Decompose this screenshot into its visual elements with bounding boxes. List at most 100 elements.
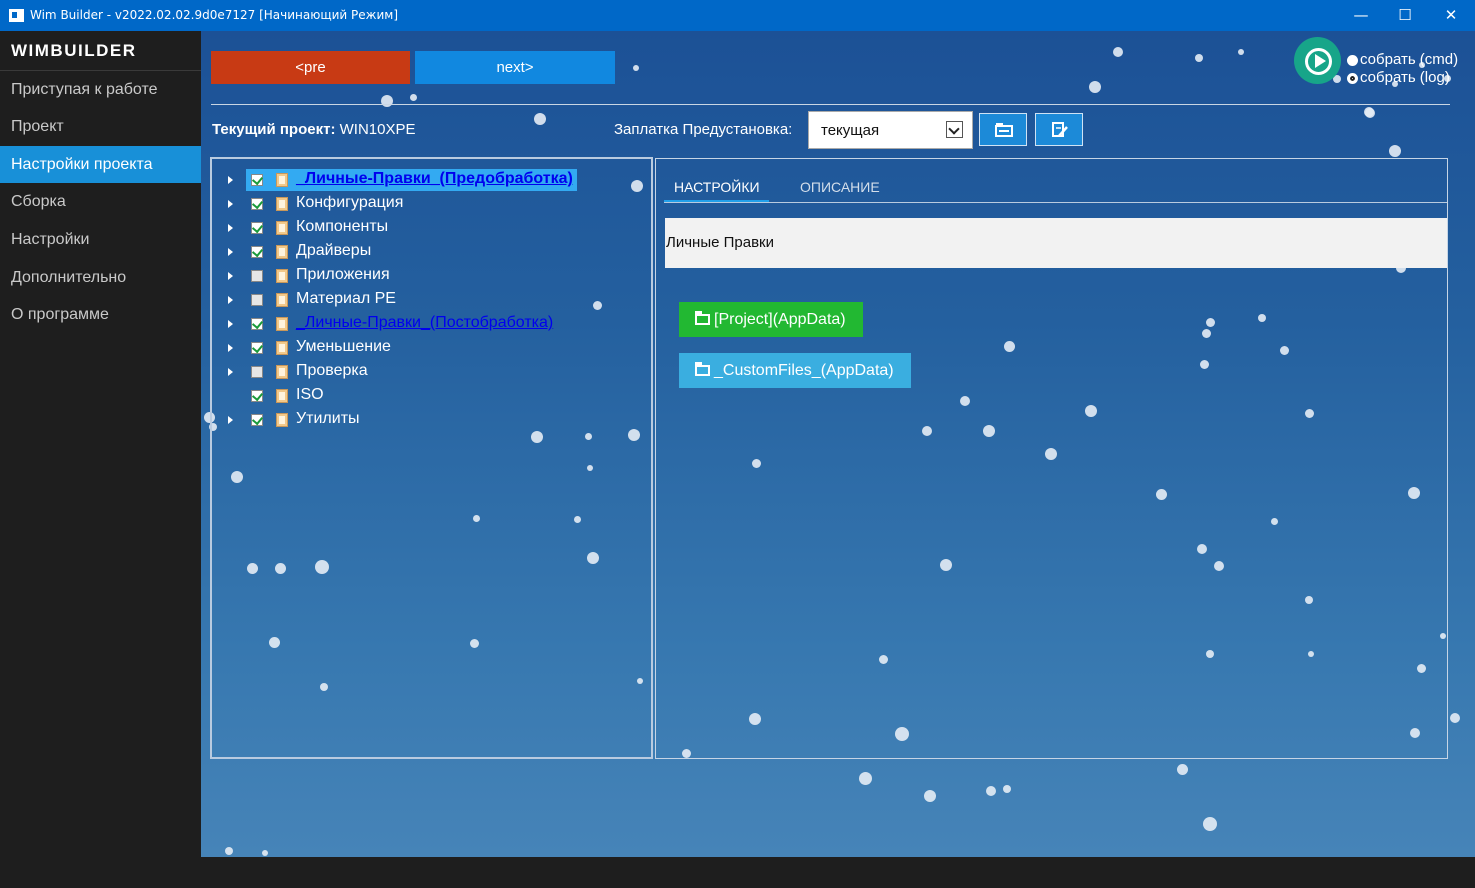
expand-arrow-icon[interactable]	[228, 176, 233, 184]
folder-open-icon	[695, 311, 710, 325]
tree-item-label: Утилиты	[296, 410, 360, 427]
build-log-label: собрать (log)	[1360, 69, 1450, 86]
folder-icon	[276, 173, 288, 187]
sidebar-item-advanced[interactable]: Дополнительно	[0, 259, 201, 296]
sidebar-item-getting-started[interactable]: Приступая к работе	[0, 71, 201, 108]
status-strip	[0, 857, 1475, 888]
tree-checkbox[interactable]	[251, 294, 263, 306]
current-project: Текущий проект: WIN10XPE	[212, 121, 415, 138]
folder-icon	[276, 293, 288, 307]
description-box: Личные Правки	[665, 218, 1447, 268]
tree-checkbox[interactable]	[251, 414, 263, 426]
sidebar-item-build[interactable]: Сборка	[0, 183, 201, 220]
folder-icon	[276, 221, 288, 235]
snowflake-decoration	[381, 95, 393, 107]
folder-icon	[276, 365, 288, 379]
tab-active-indicator	[664, 200, 769, 202]
sidebar-item-project-settings[interactable]: Настройки проекта	[0, 146, 201, 183]
customfiles-appdata-label: _CustomFiles_(AppData)	[714, 362, 894, 379]
patch-preset-value: текущая	[821, 122, 880, 139]
snowflake-decoration	[1176, 763, 1188, 775]
sidebar-item-settings[interactable]: Настройки	[0, 221, 201, 258]
edit-file-button[interactable]	[1035, 113, 1083, 146]
build-log-radio[interactable]	[1347, 73, 1358, 84]
minimize-button[interactable]: —	[1338, 0, 1384, 31]
patch-preset-select[interactable]: текущая	[808, 111, 973, 149]
expand-arrow-icon[interactable]	[228, 272, 233, 280]
customfiles-appdata-button[interactable]: _CustomFiles_(AppData)	[679, 353, 911, 388]
snowflake-decoration	[262, 850, 268, 856]
edit-icon	[1052, 122, 1068, 137]
tree-checkbox[interactable]	[251, 222, 263, 234]
close-button[interactable]: ✕	[1428, 0, 1474, 31]
snowflake-decoration	[986, 786, 996, 796]
folder-icon	[276, 341, 288, 355]
tab-description[interactable]: ОПИСАНИЕ	[800, 179, 880, 195]
folder-icon	[276, 413, 288, 427]
expand-arrow-icon[interactable]	[228, 416, 233, 424]
snowflake-decoration	[1389, 145, 1401, 157]
brand-title: WIMBUILDER	[11, 41, 137, 60]
tab-settings[interactable]: НАСТРОЙКИ	[674, 179, 760, 195]
sidebar-item-project[interactable]: Проект	[0, 108, 201, 145]
tree-item-label: Приложения	[296, 266, 390, 283]
divider	[211, 104, 1450, 105]
chevron-down-icon[interactable]	[946, 121, 963, 138]
snowflake-decoration	[1365, 108, 1375, 118]
project-appdata-button[interactable]: [Project](AppData)	[679, 302, 863, 337]
tree-checkbox[interactable]	[251, 390, 263, 402]
snowflake-decoration	[1195, 54, 1203, 62]
open-folder-button[interactable]	[979, 113, 1027, 146]
folder-open-icon	[995, 123, 1013, 137]
current-project-value: WIN10XPE	[339, 121, 416, 138]
snowflake-decoration	[1089, 81, 1101, 93]
description-text: Личные Правки	[666, 234, 774, 251]
folder-icon	[276, 317, 288, 331]
tree-item-label: Материал PE	[296, 290, 396, 307]
tree-item-label: Драйверы	[296, 242, 372, 259]
folder-icon	[276, 389, 288, 403]
maximize-button[interactable]: ☐	[1382, 0, 1428, 31]
expand-arrow-icon[interactable]	[228, 248, 233, 256]
build-cmd-label: собрать (cmd)	[1360, 51, 1459, 68]
app-icon	[9, 9, 24, 22]
next-button[interactable]: next>	[415, 51, 615, 84]
snowflake-decoration	[534, 113, 546, 125]
expand-arrow-icon[interactable]	[228, 344, 233, 352]
tree-checkbox[interactable]	[251, 366, 263, 378]
prev-button[interactable]: <pre	[211, 51, 410, 84]
tree-checkbox[interactable]	[251, 198, 263, 210]
tree-item-label: ISO	[296, 386, 324, 403]
tree-checkbox[interactable]	[251, 246, 263, 258]
folder-icon	[276, 269, 288, 283]
tree-checkbox[interactable]	[251, 270, 263, 282]
tree-item-label: Проверка	[296, 362, 368, 379]
tree-item-label: Компоненты	[296, 218, 389, 235]
tree-item-label: Уменьшение	[296, 338, 391, 355]
build-cmd-radio[interactable]	[1347, 55, 1358, 66]
snowflake-decoration	[409, 93, 417, 101]
snowflake-decoration	[1003, 785, 1011, 793]
snowflake-decoration	[1203, 817, 1217, 831]
snowflake-decoration	[924, 790, 936, 802]
tree-checkbox[interactable]	[251, 318, 263, 330]
folder-open-icon	[695, 362, 710, 376]
tree-checkbox[interactable]	[251, 342, 263, 354]
expand-arrow-icon[interactable]	[228, 368, 233, 376]
snowflake-decoration	[1238, 49, 1244, 55]
snowflake-decoration	[225, 847, 233, 855]
window-title: Wim Builder - v2022.02.02.9d0e7127 [Начи…	[30, 8, 399, 22]
tree-checkbox[interactable]	[251, 174, 263, 186]
expand-arrow-icon[interactable]	[228, 296, 233, 304]
sidebar-item-about[interactable]: О программе	[0, 296, 201, 333]
folder-icon	[276, 197, 288, 211]
folder-icon	[276, 245, 288, 259]
expand-arrow-icon[interactable]	[228, 320, 233, 328]
play-triangle-icon	[1315, 54, 1326, 68]
snowflake-decoration	[858, 771, 872, 785]
snowflake-decoration	[633, 65, 639, 71]
expand-arrow-icon[interactable]	[228, 224, 233, 232]
expand-arrow-icon[interactable]	[228, 200, 233, 208]
build-play-button[interactable]	[1294, 37, 1341, 84]
patch-preset-label: Заплатка Предустановка:	[614, 121, 793, 138]
